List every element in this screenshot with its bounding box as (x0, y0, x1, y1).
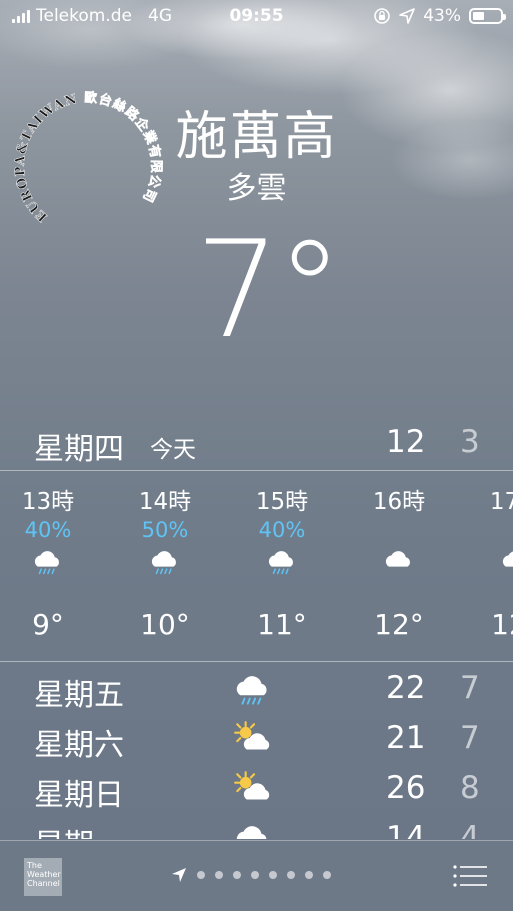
current-temperature: 7° (195, 212, 343, 368)
cloud-rain-icon (232, 670, 274, 712)
page-dot[interactable] (323, 871, 331, 879)
daily-high: 21 (386, 720, 426, 756)
page-dot[interactable] (233, 871, 241, 879)
precip-probability: 50% (141, 518, 189, 542)
partly-sunny-icon (232, 720, 274, 762)
cloud-icon (363, 546, 435, 590)
daily-forecast-list[interactable]: 星期五 22 7 星期六 21 7 星期日 26 8 星期 14 4 (0, 664, 513, 839)
daily-high: 26 (386, 770, 426, 806)
location-arrow-icon (399, 8, 416, 24)
precip-probability (480, 518, 513, 544)
daily-row: 星期六 21 7 (0, 714, 513, 764)
battery-percent: 43% (423, 6, 461, 26)
daily-row: 星期五 22 7 (0, 664, 513, 714)
divider-top (0, 470, 513, 471)
battery-icon (469, 8, 506, 24)
today-high: 12 (386, 424, 426, 460)
daily-low: 4 (460, 820, 480, 839)
hour-label: 13時 (21, 489, 75, 515)
hour-temperature: 9° (32, 608, 64, 641)
hour-label: 14時 (138, 489, 192, 515)
current-location-icon (172, 868, 186, 882)
weekday-label: 星期五 (34, 678, 124, 713)
cloud-icon (480, 546, 513, 590)
daily-high: 22 (386, 670, 426, 706)
daily-low: 8 (460, 770, 480, 806)
daily-row: 星期日 26 8 (0, 764, 513, 814)
hour-temperature: 11° (257, 608, 307, 641)
cloud-rain-icon (12, 546, 84, 590)
cloud-rain-icon (246, 546, 318, 590)
precip-probability (363, 518, 435, 544)
today-low: 3 (460, 424, 480, 460)
precip-probability: 40% (258, 518, 306, 542)
hourly-item: 13時 40% 9° (12, 472, 84, 641)
status-right: 43% (373, 6, 506, 26)
hour-temperature: 12° (374, 608, 424, 641)
hourly-item: 17時 12° (480, 472, 513, 641)
city-list-icon[interactable] (453, 865, 487, 887)
page-indicator[interactable] (171, 867, 331, 883)
hour-label: 17時 (489, 489, 513, 515)
weekday-label: 星期日 (34, 778, 124, 813)
hourly-forecast-scroll[interactable]: 13時 40% 9° 14時 50% 10° 15時 40% 11° 16時 12° 17時 12° (0, 472, 513, 660)
weather-channel-logo[interactable]: The Weather Channel (24, 858, 62, 896)
hour-label: 15時 (255, 489, 309, 515)
page-dot[interactable] (197, 871, 205, 879)
rotation-lock-icon (374, 8, 391, 24)
weekday-label: 星期 (34, 820, 94, 839)
precip-probability: 40% (24, 518, 72, 542)
page-dot[interactable] (269, 871, 277, 879)
today-weekday: 星期四 (34, 432, 124, 467)
hourly-item: 14時 50% 10° (129, 472, 201, 641)
page-dot[interactable] (251, 871, 259, 879)
today-summary-row: 星期四 今天 12 3 (0, 420, 513, 468)
location-name: 施萬高 (175, 107, 338, 167)
hour-temperature: 12° (491, 608, 513, 641)
daily-low: 7 (460, 720, 480, 756)
hour-temperature: 10° (140, 608, 190, 641)
page-dot[interactable] (287, 871, 295, 879)
hourly-item: 16時 12° (363, 472, 435, 641)
current-condition: 多雲 (226, 171, 287, 206)
daily-low: 7 (460, 670, 480, 706)
hour-label: 16時 (372, 489, 426, 515)
divider-bottom (0, 661, 513, 662)
today-label: 今天 (150, 437, 196, 463)
weekday-label: 星期六 (34, 728, 124, 763)
cloud-icon (232, 820, 274, 839)
daily-high: 14 (386, 820, 426, 839)
page-dot[interactable] (305, 871, 313, 879)
page-dot[interactable] (215, 871, 223, 879)
bottom-toolbar: The Weather Channel (0, 840, 513, 911)
daily-row: 星期 14 4 (0, 814, 513, 839)
hourly-item: 15時 40% 11° (246, 472, 318, 641)
cloud-rain-icon (129, 546, 201, 590)
status-bar: Telekom.de 4G 09:55 43% (0, 0, 513, 34)
partly-sunny-icon (232, 770, 274, 812)
